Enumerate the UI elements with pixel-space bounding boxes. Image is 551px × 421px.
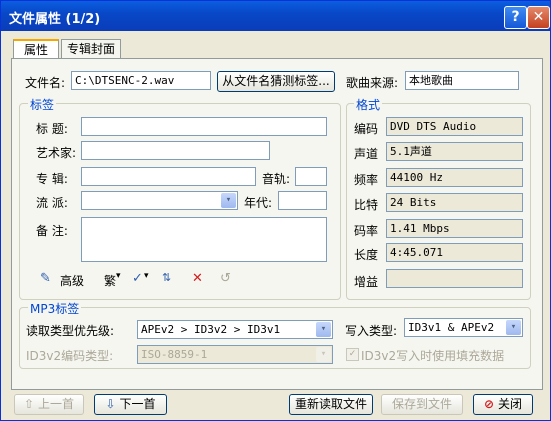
chevron-down-icon[interactable]: ▾	[221, 193, 236, 208]
title-field[interactable]	[81, 117, 327, 136]
year-label: 年代:	[244, 196, 273, 210]
save-to-file-button[interactable]: 保存到文件	[381, 394, 463, 415]
traditional-chinese-button[interactable]: 繁	[104, 272, 116, 289]
edit-icon[interactable]: ✎	[40, 271, 51, 286]
guess-tags-button[interactable]: 从文件名猜测标签...	[217, 71, 335, 92]
format-length-label: 长度	[354, 248, 379, 262]
genre-select[interactable]: ▾	[81, 191, 238, 210]
window-title: 文件属性 (1/2)	[9, 12, 101, 27]
padding-checkbox[interactable]: ✓	[346, 348, 359, 361]
read-priority-value: APEv2 > ID3v2 > ID3v1	[141, 323, 281, 336]
format-codec-label: 编码	[354, 122, 379, 136]
chevron-down-icon[interactable]: ▾	[316, 322, 331, 337]
album-field[interactable]	[81, 167, 256, 186]
file-properties-window: 文件属性 (1/2) ? ✕ 属性 专辑封面 文件名: C:\DTSENC-2.…	[0, 0, 551, 421]
album-label: 专 辑:	[36, 172, 68, 186]
properties-panel: 文件名: C:\DTSENC-2.wav 从文件名猜测标签... 歌曲来源: 本…	[11, 58, 543, 390]
next-song-label: 下一首	[119, 397, 156, 411]
comment-label: 备 注:	[36, 224, 68, 238]
tags-group-title: 标签	[28, 96, 57, 113]
track-label: 音轨:	[262, 172, 291, 186]
format-channels-value: 5.1声道	[386, 142, 523, 161]
format-bits-value: 24 Bits	[386, 193, 523, 212]
id3v2-encoding-label: ID3v2编码类型:	[26, 349, 114, 363]
spell-dropdown-icon[interactable]: ▾	[144, 271, 149, 281]
tab-album-cover[interactable]: 专辑封面	[61, 39, 121, 59]
comment-field[interactable]	[81, 217, 327, 262]
sort-icon[interactable]: ⇅	[162, 271, 171, 284]
read-priority-label: 读取类型优先级:	[26, 324, 115, 338]
prev-song-label: 上一首	[37, 397, 74, 411]
id3v2-encoding-value: ISO-8859-1	[141, 348, 208, 361]
song-source-field[interactable]: 本地歌曲	[405, 71, 519, 90]
padding-checkbox-label: ID3v2写入时使用填充数据	[361, 349, 505, 363]
write-type-value: ID3v1 & APEv2	[408, 321, 495, 334]
delete-icon[interactable]: ✕	[192, 271, 203, 286]
year-field[interactable]	[278, 191, 327, 210]
arrow-down-icon: ⇩	[105, 397, 116, 411]
title-label: 标 题:	[36, 122, 68, 136]
format-bitrate-label: 码率	[354, 224, 379, 238]
artist-label: 艺术家:	[36, 146, 77, 160]
undo-icon[interactable]: ↺	[220, 271, 231, 286]
help-button[interactable]: ?	[504, 6, 527, 29]
genre-label: 流 派:	[36, 196, 68, 210]
format-length-value: 4:45.071	[386, 243, 523, 262]
advanced-button[interactable]: 高级	[60, 272, 84, 289]
traditional-dropdown-icon[interactable]: ▾	[116, 271, 121, 281]
no-entry-icon: ⊘	[484, 397, 495, 411]
next-song-button[interactable]: ⇩ 下一首	[94, 394, 167, 415]
title-bar[interactable]: 文件属性 (1/2) ? ✕	[1, 1, 550, 31]
spell-check-icon[interactable]: ✓	[132, 271, 143, 286]
format-bits-label: 比特	[354, 198, 379, 212]
format-group-title: 格式	[354, 96, 383, 113]
mp3-group-title: MP3标签	[28, 300, 82, 317]
reread-file-button[interactable]: 重新读取文件	[289, 394, 373, 415]
track-field[interactable]	[295, 167, 327, 186]
format-frequency-label: 频率	[354, 173, 379, 187]
read-priority-select[interactable]: APEv2 > ID3v2 > ID3v1 ▾	[137, 320, 333, 339]
window-close-button[interactable]: ✕	[527, 6, 550, 29]
write-type-select[interactable]: ID3v1 & APEv2 ▾	[404, 318, 523, 337]
format-bitrate-value: 1.41 Mbps	[386, 219, 523, 238]
id3v2-encoding-select[interactable]: ISO-8859-1 ▾	[137, 345, 333, 364]
format-codec-value: DVD DTS Audio	[386, 117, 523, 136]
write-type-label: 写入类型:	[345, 324, 398, 338]
format-gain-value	[386, 269, 523, 288]
song-source-label: 歌曲来源:	[346, 76, 399, 90]
arrow-up-icon: ⇧	[24, 397, 35, 411]
prev-song-button[interactable]: ⇧ 上一首	[14, 394, 84, 415]
format-frequency-value: 44100 Hz	[386, 168, 523, 187]
tag-toolbar: ✎ 高级 繁 ▾ ✓ ▾ ⇅ ✕ ↺	[34, 268, 327, 292]
filename-field[interactable]: C:\DTSENC-2.wav	[71, 71, 211, 90]
chevron-down-icon[interactable]: ▾	[316, 347, 331, 362]
close-label: 关闭	[497, 397, 522, 411]
close-button[interactable]: ⊘ 关闭	[473, 394, 533, 415]
filename-label: 文件名:	[25, 76, 66, 90]
format-channels-label: 声道	[354, 147, 379, 161]
artist-field[interactable]	[81, 141, 270, 160]
format-gain-label: 增益	[354, 275, 379, 289]
chevron-down-icon[interactable]: ▾	[506, 320, 521, 335]
